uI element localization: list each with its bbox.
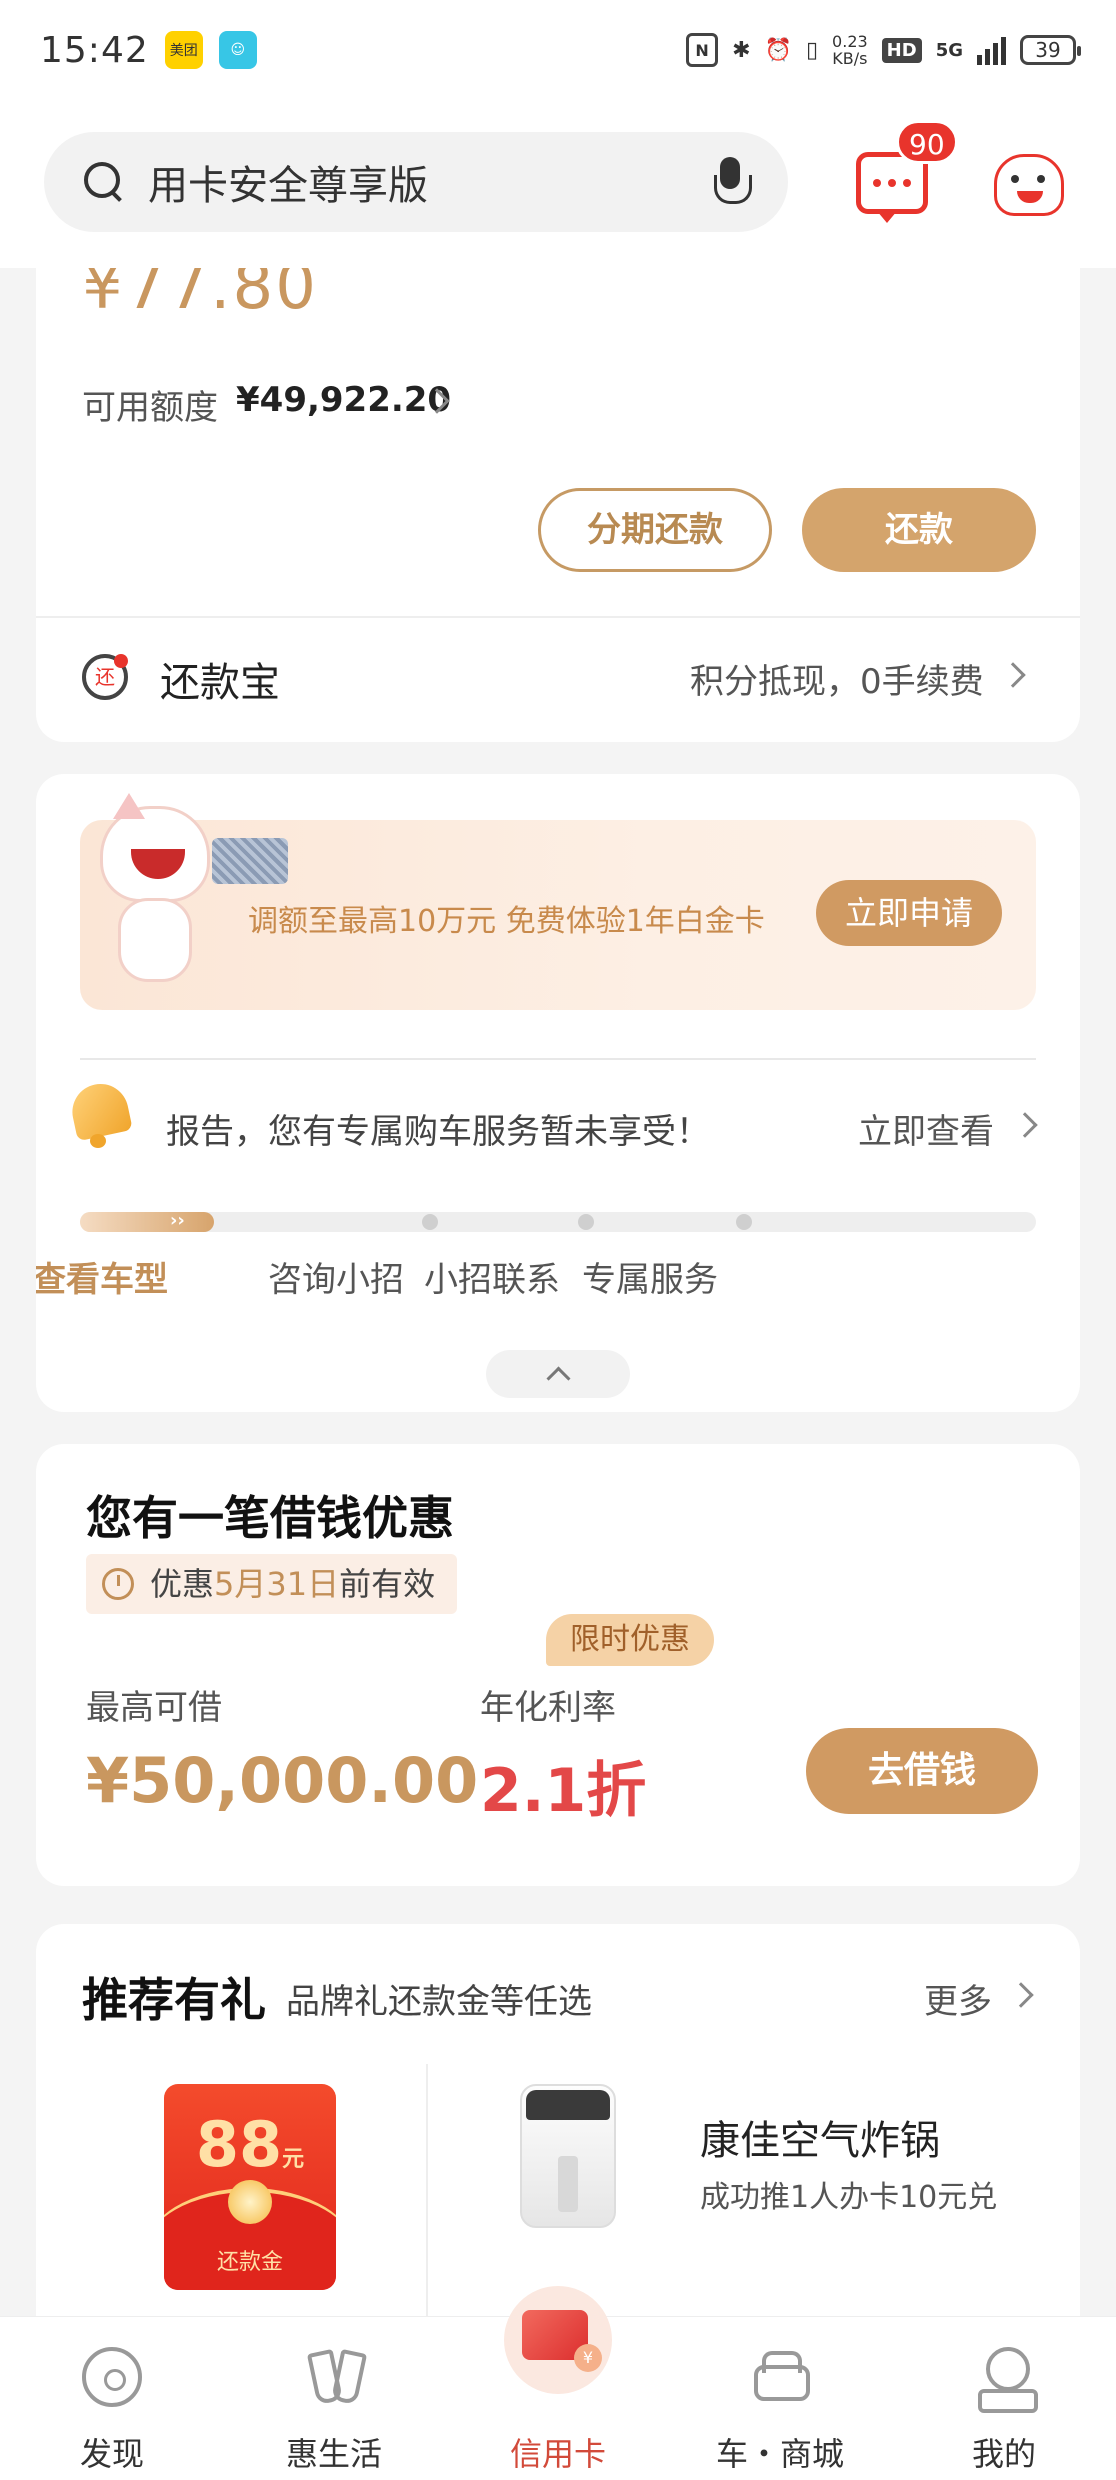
red-packet-number: 88 xyxy=(195,2108,283,2181)
limited-time-badge: 限时优惠 xyxy=(546,1614,714,1666)
borrow-button[interactable]: 去借钱 xyxy=(806,1728,1038,1814)
tag-prefix: 优惠 xyxy=(150,1565,215,1603)
step-view-models[interactable]: 查看车型 xyxy=(36,1252,200,1301)
platinum-card-icon xyxy=(212,838,288,884)
step-exclusive-service[interactable]: 专属服务 xyxy=(550,1252,750,1301)
network-speed: 0.23 KB/s xyxy=(832,33,868,67)
speed-unit: KB/s xyxy=(832,49,868,68)
tab-label: 我的 xyxy=(971,2435,1036,2473)
chevron-right-icon[interactable] xyxy=(1012,1112,1038,1138)
tab-label: 信用卡 xyxy=(509,2435,606,2473)
collapse-button[interactable] xyxy=(486,1350,630,1398)
stopwatch-icon xyxy=(102,1568,134,1600)
person-icon xyxy=(974,2347,1038,2413)
network-type: 5G xyxy=(935,39,963,61)
mascot-avatar-icon[interactable] xyxy=(994,154,1064,216)
annual-rate-label: 年化利率 xyxy=(480,1688,616,1728)
credit-card-summary: ¥77.80 可用额度 ¥49,922.20 分期还款 还款 还 还款宝 积分抵… xyxy=(36,240,1080,742)
search-input[interactable]: 用卡安全尊享版 xyxy=(148,153,712,211)
status-bar: 15:42 美团 ☺ N ✱ ⏰ ▯ 0.23 KB/s HD 5G 39 xyxy=(0,0,1116,100)
service-progress-bar: ›› xyxy=(80,1210,1036,1232)
tab-label: 车・商城 xyxy=(715,2435,844,2473)
tab-life[interactable]: 惠生活 xyxy=(234,2317,434,2480)
apply-now-button[interactable]: 立即申请 xyxy=(816,880,1002,946)
tag-suffix: 前有效 xyxy=(339,1565,436,1603)
message-badge: 90 xyxy=(896,120,958,164)
progress-step-dot xyxy=(736,1214,752,1230)
car-icon xyxy=(750,2347,810,2407)
more-link[interactable]: 更多 xyxy=(924,1974,992,2023)
bluetooth-icon: ✱ xyxy=(732,37,751,63)
installment-repay-button[interactable]: 分期还款 xyxy=(538,488,772,572)
status-icons: N ✱ ⏰ ▯ 0.23 KB/s HD 5G 39 xyxy=(686,33,1081,67)
red-packet-icon[interactable]: 88元 还款金 xyxy=(164,2084,336,2290)
repay-button[interactable]: 还款 xyxy=(802,488,1036,572)
progress-step-dot xyxy=(422,1214,438,1230)
vibrate-icon: ▯ xyxy=(805,37,819,63)
search-bar[interactable]: 用卡安全尊享版 xyxy=(44,132,788,232)
alarm-icon: ⏰ xyxy=(764,37,792,63)
loan-offer-card: 您有一笔借钱优惠 优惠5月31日前有效 限时优惠 最高可借 年化利率 ¥50,0… xyxy=(36,1444,1080,1886)
coin-icon xyxy=(228,2180,272,2224)
credit-card-icon[interactable] xyxy=(504,2286,612,2394)
red-packet-amount: 88元 xyxy=(164,2108,336,2181)
platinum-upgrade-banner[interactable]: 调额至最高10万元 免费体验1年白金卡 立即申请 xyxy=(80,793,1036,1010)
signal-icon xyxy=(977,35,1006,65)
microphone-icon[interactable] xyxy=(712,157,752,207)
progress-fill xyxy=(80,1212,214,1232)
nfc-icon: N xyxy=(686,33,719,67)
progress-arrow-icon: ›› xyxy=(170,1210,185,1231)
hd-icon: HD xyxy=(881,37,922,63)
banner-text: 调额至最高10万元 免费体验1年白金卡 xyxy=(248,904,765,939)
battery-icon: 39 xyxy=(1020,35,1081,65)
tab-mine[interactable]: 我的 xyxy=(904,2317,1104,2480)
product-desc: 成功推1人办卡10元兑 xyxy=(700,2180,998,2215)
repay-treasure-icon: 还 xyxy=(82,654,128,700)
status-time: 15:42 xyxy=(40,29,149,71)
mascot-cat-icon xyxy=(100,793,210,982)
red-packet-label: 还款金 xyxy=(216,2250,283,2275)
tag-date: 5月31日 xyxy=(214,1565,340,1603)
chevron-right-icon[interactable] xyxy=(1000,662,1026,688)
repay-treasure-label[interactable]: 还款宝 xyxy=(160,650,280,708)
referral-subtitle: 品牌礼还款金等任选 xyxy=(286,1982,592,2022)
chevron-right-icon[interactable] xyxy=(1008,1982,1034,2008)
car-service-notice[interactable]: 报告，您有专属购车服务暂未享受！ xyxy=(166,1104,710,1153)
tab-label: 发现 xyxy=(79,2435,144,2473)
product-name[interactable]: 康佳空气炸锅 xyxy=(700,2108,940,2166)
flower-icon xyxy=(82,2347,142,2407)
tab-discover[interactable]: 发现 xyxy=(12,2317,212,2480)
top-header: 用卡安全尊享版 90 xyxy=(0,100,1116,268)
max-borrow-label: 最高可借 xyxy=(86,1688,222,1728)
loan-offer-title: 您有一笔借钱优惠 xyxy=(86,1491,454,1545)
tab-label: 惠生活 xyxy=(285,2435,382,2473)
promo-card: 调额至最高10万元 免费体验1年白金卡 立即申请 报告，您有专属购车服务暂未享受… xyxy=(36,774,1080,1412)
referral-title: 推荐有礼 xyxy=(82,1973,266,2027)
max-borrow-value: ¥50,000.00 xyxy=(86,1744,479,1817)
annual-rate-value: 2.1折 xyxy=(480,1756,647,1826)
available-limit-value[interactable]: ¥49,922.20 xyxy=(236,380,451,420)
air-fryer-image[interactable] xyxy=(520,2084,616,2228)
search-icon xyxy=(84,162,124,202)
available-limit-label: 可用额度 xyxy=(82,388,218,428)
cheers-icon xyxy=(304,2347,364,2407)
repay-treasure-desc[interactable]: 积分抵现，0手续费 xyxy=(690,654,984,703)
view-now-link[interactable]: 立即查看 xyxy=(858,1104,994,1153)
divider xyxy=(80,1058,1036,1060)
red-packet-unit: 元 xyxy=(282,2147,305,2172)
offer-validity-tag: 优惠5月31日前有效 xyxy=(86,1554,458,1614)
divider xyxy=(36,616,1080,618)
bell-icon xyxy=(64,1078,134,1152)
tab-car-mall[interactable]: 车・商城 xyxy=(680,2317,880,2480)
progress-step-dot xyxy=(578,1214,594,1230)
meituan-notification-icon: 美团 xyxy=(164,31,203,69)
app-notification-icon: ☺ xyxy=(218,31,257,69)
